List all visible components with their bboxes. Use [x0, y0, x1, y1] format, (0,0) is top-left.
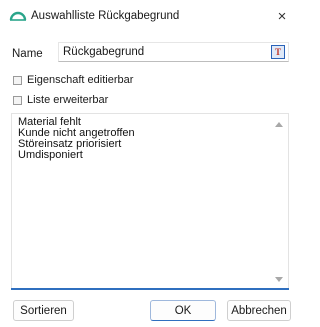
extendable-checkbox[interactable]: [13, 95, 22, 105]
dialog-window: Auswahlliste Rückgabegrund × Name Rückga…: [0, 0, 297, 327]
list-item: Umdisponiert: [18, 149, 83, 161]
name-field[interactable]: Rückgabegrund T: [58, 42, 289, 62]
editable-checkbox-label: Eigenschaft editierbar: [27, 74, 134, 86]
text-format-icon[interactable]: T: [271, 45, 285, 59]
list-textarea[interactable]: Material fehlt Kunde nicht angetroffen S…: [11, 113, 289, 289]
extendable-checkbox-label: Liste erweiterbar: [27, 94, 109, 106]
close-button[interactable]: ×: [267, 2, 297, 30]
name-value: Rückgabegrund: [63, 46, 145, 58]
arc-icon: [9, 11, 27, 21]
cancel-button[interactable]: Abbrechen: [227, 300, 291, 321]
checkbox-row-extendable[interactable]: Liste erweiterbar: [13, 93, 108, 107]
editable-checkbox[interactable]: [13, 75, 22, 85]
sort-button[interactable]: Sortieren: [13, 300, 74, 321]
name-label: Name: [12, 48, 43, 60]
list-focus-underline: [11, 288, 289, 290]
scroll-up-arrow-icon[interactable]: [275, 122, 283, 127]
title-bar: Auswahlliste Rückgabegrund ×: [0, 0, 297, 34]
close-icon: ×: [277, 7, 287, 25]
checkbox-row-editable[interactable]: Eigenschaft editierbar: [13, 73, 133, 87]
ok-button[interactable]: OK: [150, 300, 216, 321]
window-title: Auswahlliste Rückgabegrund: [31, 10, 180, 22]
scroll-down-arrow-icon[interactable]: [275, 277, 283, 282]
list-items: Material fehlt Kunde nicht angetroffen S…: [18, 117, 135, 161]
